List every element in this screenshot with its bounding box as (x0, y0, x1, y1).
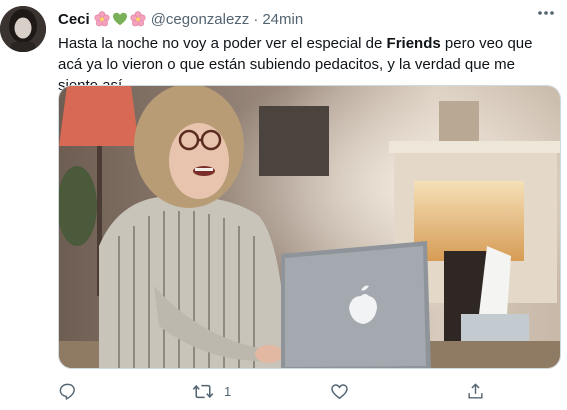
avatar[interactable] (0, 6, 46, 52)
retweet-icon (192, 384, 214, 398)
display-name[interactable]: Ceci (58, 11, 90, 28)
reply-button[interactable] (58, 382, 77, 401)
more-options-button[interactable] (533, 3, 559, 23)
timestamp[interactable]: 24min (262, 11, 303, 28)
retweet-count: 1 (224, 383, 232, 399)
tweet-text-part1: Hasta la noche no voy a poder ver el esp… (58, 35, 387, 52)
separator-dot: · (253, 10, 259, 28)
like-button[interactable] (330, 382, 349, 401)
reply-icon (59, 383, 75, 400)
tweet-header: Ceci @cegonzalezz · 24min (58, 8, 557, 30)
tweet[interactable]: Ceci @cegonzalezz · 24min Hasta la noche… (0, 0, 567, 410)
tweet-actions: 1 (58, 380, 518, 402)
share-button[interactable] (466, 382, 485, 401)
green-heart-icon (112, 11, 128, 27)
cherry-blossom-icon (130, 11, 146, 27)
more-dots-icon (538, 11, 554, 15)
tweet-media-image[interactable] (58, 85, 561, 369)
heart-icon (331, 383, 348, 399)
woman-crying-at-laptop-image (59, 86, 560, 368)
cherry-blossom-icon (94, 11, 110, 27)
share-icon (468, 382, 483, 399)
retweet-button[interactable]: 1 (192, 382, 231, 401)
tweet-text-bold: Friends (386, 35, 441, 52)
user-handle[interactable]: @cegonzalezz (151, 11, 250, 28)
